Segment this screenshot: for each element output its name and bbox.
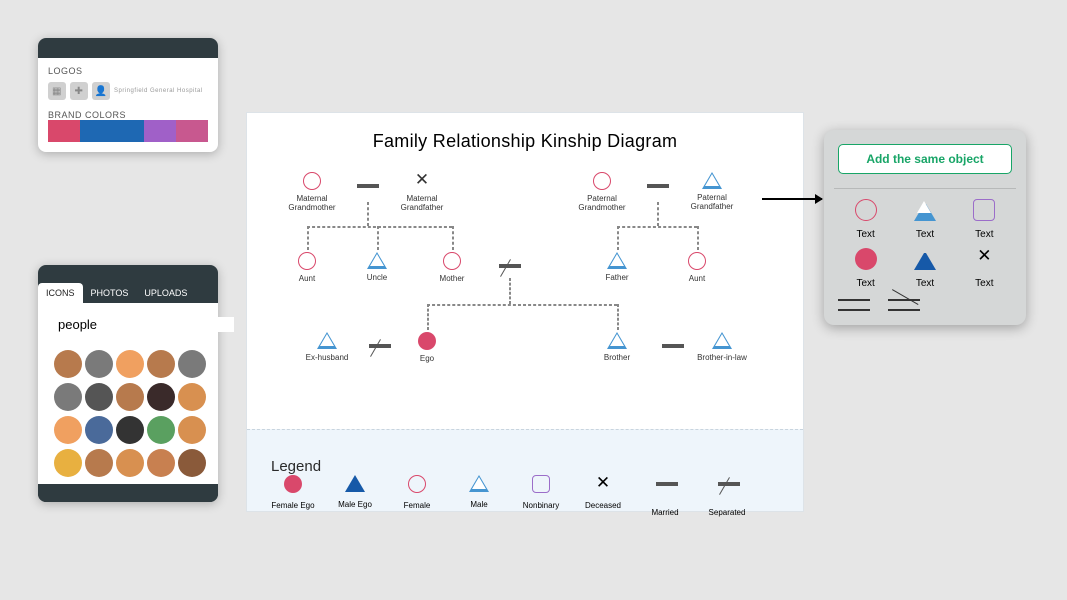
person-icon[interactable] — [85, 416, 113, 444]
legend-male-ego: Male Ego — [333, 475, 377, 517]
icon-picker-tabs: ICONS PHOTOS UPLOADS — [38, 283, 218, 303]
legend-deceased: ✕Deceased — [581, 475, 625, 517]
node-mother[interactable]: Mother — [417, 252, 487, 283]
person-icon[interactable] — [178, 449, 206, 477]
married-connector — [357, 184, 379, 188]
swatch[interactable] — [80, 120, 112, 142]
node-ego[interactable]: Ego — [392, 332, 462, 363]
legend-separated: Separated — [705, 475, 749, 517]
married-connector — [662, 344, 684, 348]
app-topbar — [0, 0, 1067, 30]
legend-female-ego: Female Ego — [271, 475, 315, 517]
kinship-diagram: Maternal Grandmother ✕Maternal Grandfath… — [247, 152, 803, 422]
legend-male: Male — [457, 475, 501, 517]
legend-nonbinary: Nonbinary — [519, 475, 563, 517]
person-icon[interactable] — [178, 416, 206, 444]
palette-married-connector[interactable] — [838, 299, 870, 311]
node-paternal-grandfather[interactable]: Paternal Grandfather — [677, 172, 747, 211]
swatch[interactable] — [176, 120, 208, 142]
legend-married: Married — [643, 475, 687, 517]
person-icon[interactable] — [116, 416, 144, 444]
node-father[interactable]: Father — [582, 252, 652, 282]
swatch[interactable] — [144, 120, 176, 142]
person-icon[interactable] — [85, 383, 113, 411]
node-aunt[interactable]: Aunt — [272, 252, 342, 283]
icon-picker-panel: ICONS PHOTOS UPLOADS — [38, 265, 218, 502]
married-connector — [647, 184, 669, 188]
person-icon[interactable] — [147, 350, 175, 378]
palette-divider — [834, 188, 1016, 189]
node-paternal-grandmother[interactable]: Paternal Grandmother — [567, 172, 637, 212]
palette-nonbinary[interactable]: Text — [957, 199, 1012, 240]
node-maternal-grandmother[interactable]: Maternal Grandmother — [277, 172, 347, 212]
person-icon[interactable] — [116, 383, 144, 411]
diagram-canvas[interactable]: Family Relationship Kinship Diagram Mate… — [246, 112, 804, 512]
tab-photos[interactable]: PHOTOS — [83, 283, 137, 303]
person-icon[interactable] — [147, 416, 175, 444]
diagram-title: Family Relationship Kinship Diagram — [247, 131, 803, 152]
node-brother[interactable]: Brother — [582, 332, 652, 362]
person-icon[interactable] — [116, 350, 144, 378]
swatch[interactable] — [112, 120, 144, 142]
tab-icons[interactable]: ICONS — [38, 283, 83, 303]
person-icon[interactable] — [54, 350, 82, 378]
separated-connector — [499, 264, 521, 268]
person-icon[interactable] — [85, 449, 113, 477]
person-icon[interactable] — [85, 350, 113, 378]
palette-separated-connector[interactable] — [888, 299, 920, 311]
person-icon[interactable] — [116, 449, 144, 477]
callout-arrow — [762, 198, 822, 200]
people-icon-grid — [48, 343, 208, 484]
add-same-object-button[interactable]: Add the same object — [838, 144, 1012, 174]
hospital-name: Springfield General Hospital — [114, 88, 203, 95]
icon-search[interactable] — [50, 311, 206, 337]
node-brother-in-law[interactable]: Brother-in-law — [687, 332, 757, 362]
logo-icon[interactable]: ✚ — [70, 82, 88, 100]
legend: Legend Female Ego Male Ego Female Male N… — [247, 429, 803, 511]
palette-male[interactable]: Text — [897, 199, 952, 240]
brand-colors-heading: BRAND COLORS — [48, 110, 208, 120]
logos-heading: LOGOS — [48, 66, 208, 76]
tab-uploads[interactable]: UPLOADS — [136, 283, 195, 303]
legend-female: Female — [395, 475, 439, 517]
node-uncle[interactable]: Uncle — [342, 252, 412, 282]
node-aunt[interactable]: Aunt — [662, 252, 732, 283]
brand-panel-header — [38, 38, 218, 58]
node-maternal-grandfather[interactable]: ✕Maternal Grandfather — [387, 172, 457, 212]
swatch[interactable] — [48, 120, 80, 142]
brand-panel: LOGOS ▦ ✚ 👤 Springfield General Hospital… — [38, 38, 218, 152]
person-icon[interactable] — [178, 383, 206, 411]
person-icon[interactable] — [147, 449, 175, 477]
brand-color-swatches — [48, 120, 208, 142]
logo-icon[interactable]: ▦ — [48, 82, 66, 100]
legend-title: Legend — [271, 458, 321, 475]
logo-icon[interactable]: 👤 — [92, 82, 110, 100]
logo-row: ▦ ✚ 👤 Springfield General Hospital — [48, 82, 208, 100]
person-icon[interactable] — [147, 383, 175, 411]
person-icon[interactable] — [54, 383, 82, 411]
person-icon[interactable] — [54, 449, 82, 477]
separated-connector — [369, 344, 391, 348]
palette-deceased[interactable]: ✕Text — [957, 248, 1012, 289]
person-icon[interactable] — [54, 416, 82, 444]
person-icon[interactable] — [178, 350, 206, 378]
palette-female-ego[interactable]: Text — [838, 248, 893, 289]
palette-male-ego[interactable]: Text — [897, 248, 952, 289]
search-input[interactable] — [58, 317, 234, 332]
palette-female[interactable]: Text — [838, 199, 893, 240]
node-ex-husband[interactable]: Ex-husband — [292, 332, 362, 362]
shape-palette: Add the same object Text Text Text Text … — [824, 130, 1026, 325]
